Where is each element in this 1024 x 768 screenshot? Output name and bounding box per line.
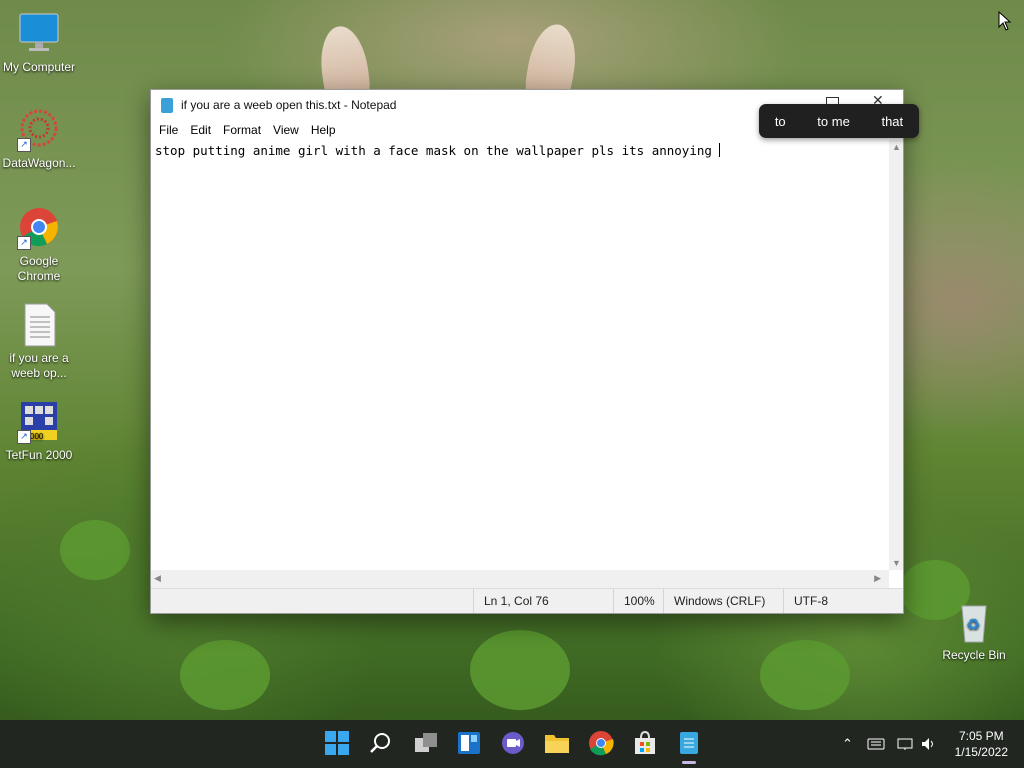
store-icon[interactable]: [632, 730, 658, 756]
text-caret: [719, 143, 721, 157]
status-line-ending: Windows (CRLF): [663, 589, 783, 613]
scroll-up-icon[interactable]: ▲: [892, 142, 901, 152]
chrome-icon: ↗: [17, 206, 61, 250]
mouse-cursor-icon: [998, 11, 1012, 31]
menu-help[interactable]: Help: [305, 123, 342, 137]
desktop-icon-label: Google Chrome: [17, 254, 61, 283]
text-suggestion-bar: to to me that: [759, 104, 919, 138]
start-icon[interactable]: [324, 730, 350, 756]
desktop-icon-recycle-bin[interactable]: ♻ Recycle Bin: [936, 600, 1012, 663]
chrome-icon[interactable]: [588, 730, 614, 756]
shortcut-arrow-icon: ↗: [17, 138, 31, 152]
shortcut-arrow-icon: ↗: [17, 236, 31, 250]
tetfun-icon: 000 ↗: [17, 400, 61, 444]
text-file-icon: [17, 303, 61, 347]
scroll-left-icon[interactable]: ◀: [154, 573, 161, 584]
scroll-right-icon[interactable]: ▶: [874, 573, 881, 584]
desktop-icon-label: DataWagon...: [2, 156, 76, 170]
notepad-icon: [161, 97, 173, 113]
horizontal-scrollbar[interactable]: ◀ ▶: [151, 570, 889, 588]
file-explorer-icon[interactable]: [544, 730, 570, 756]
system-tray: ⌃: [842, 720, 937, 768]
wallpaper-clover: [470, 630, 570, 710]
status-zoom: 100%: [613, 589, 663, 613]
menu-edit[interactable]: Edit: [184, 123, 217, 137]
vertical-scrollbar[interactable]: ▲ ▼: [889, 140, 903, 570]
status-bar: Ln 1, Col 76 100% Windows (CRLF) UTF-8: [151, 588, 903, 613]
notepad-icon[interactable]: [676, 730, 702, 756]
desktop-icon-google-chrome[interactable]: ↗ Google Chrome: [1, 206, 77, 284]
desktop-icon-text-file[interactable]: if you are a weeb op...: [1, 303, 77, 381]
recycle-bin-icon: ♻: [952, 600, 996, 644]
status-cursor-position: Ln 1, Col 76: [473, 589, 613, 613]
suggestion-item[interactable]: to: [775, 114, 786, 129]
shortcut-arrow-icon: ↗: [17, 430, 31, 444]
scroll-down-icon[interactable]: ▼: [892, 558, 901, 568]
desktop-icon-label: My Computer: [2, 60, 76, 74]
taskbar: ⌃ 7:05 PM 1/15/2022: [0, 720, 1024, 768]
svg-text:000: 000: [30, 432, 44, 441]
task-view-icon[interactable]: [413, 730, 439, 756]
network-icon[interactable]: [897, 737, 915, 751]
wallpaper-clover: [60, 520, 130, 580]
keyboard-icon[interactable]: [867, 738, 885, 750]
notepad-window[interactable]: if you are a weeb open this.txt - Notepa…: [150, 89, 904, 614]
desktop-icon-label: TetFun 2000: [5, 448, 73, 462]
status-encoding: UTF-8: [783, 589, 903, 613]
datawagon-icon: ↗: [17, 108, 61, 152]
wallpaper-clover: [180, 640, 270, 710]
menu-format[interactable]: Format: [217, 123, 267, 137]
chevron-up-icon[interactable]: ⌃: [842, 736, 853, 752]
chat-icon[interactable]: [500, 730, 526, 756]
window-title: if you are a weeb open this.txt - Notepa…: [181, 98, 397, 112]
menu-view[interactable]: View: [267, 123, 305, 137]
wallpaper-clover: [760, 640, 850, 710]
monitor-icon: [17, 12, 61, 56]
desktop-icon-tetfun[interactable]: 000 ↗ TetFun 2000: [1, 400, 77, 463]
suggestion-item[interactable]: to me: [817, 114, 850, 129]
desktop-icon-my-computer[interactable]: My Computer: [1, 12, 77, 75]
desktop-icon-label: if you are a weeb op...: [9, 351, 69, 380]
editor-content: stop putting anime girl with a face mask…: [155, 143, 720, 158]
menu-file[interactable]: File: [153, 123, 184, 137]
clock-date: 1/15/2022: [954, 745, 1008, 759]
search-icon[interactable]: [368, 730, 394, 756]
volume-icon[interactable]: [921, 737, 937, 751]
text-editor[interactable]: stop putting anime girl with a face mask…: [151, 140, 889, 570]
svg-text:♻: ♻: [966, 615, 980, 634]
clock-time: 7:05 PM: [958, 729, 1004, 743]
active-app-indicator: [682, 761, 696, 764]
taskbar-clock[interactable]: 7:05 PM 1/15/2022: [955, 728, 1008, 760]
suggestion-item[interactable]: that: [881, 114, 903, 129]
widgets-icon[interactable]: [456, 730, 482, 756]
desktop-icon-datawagon[interactable]: ↗ DataWagon...: [1, 108, 77, 171]
desktop-icon-label: Recycle Bin: [942, 648, 1006, 662]
